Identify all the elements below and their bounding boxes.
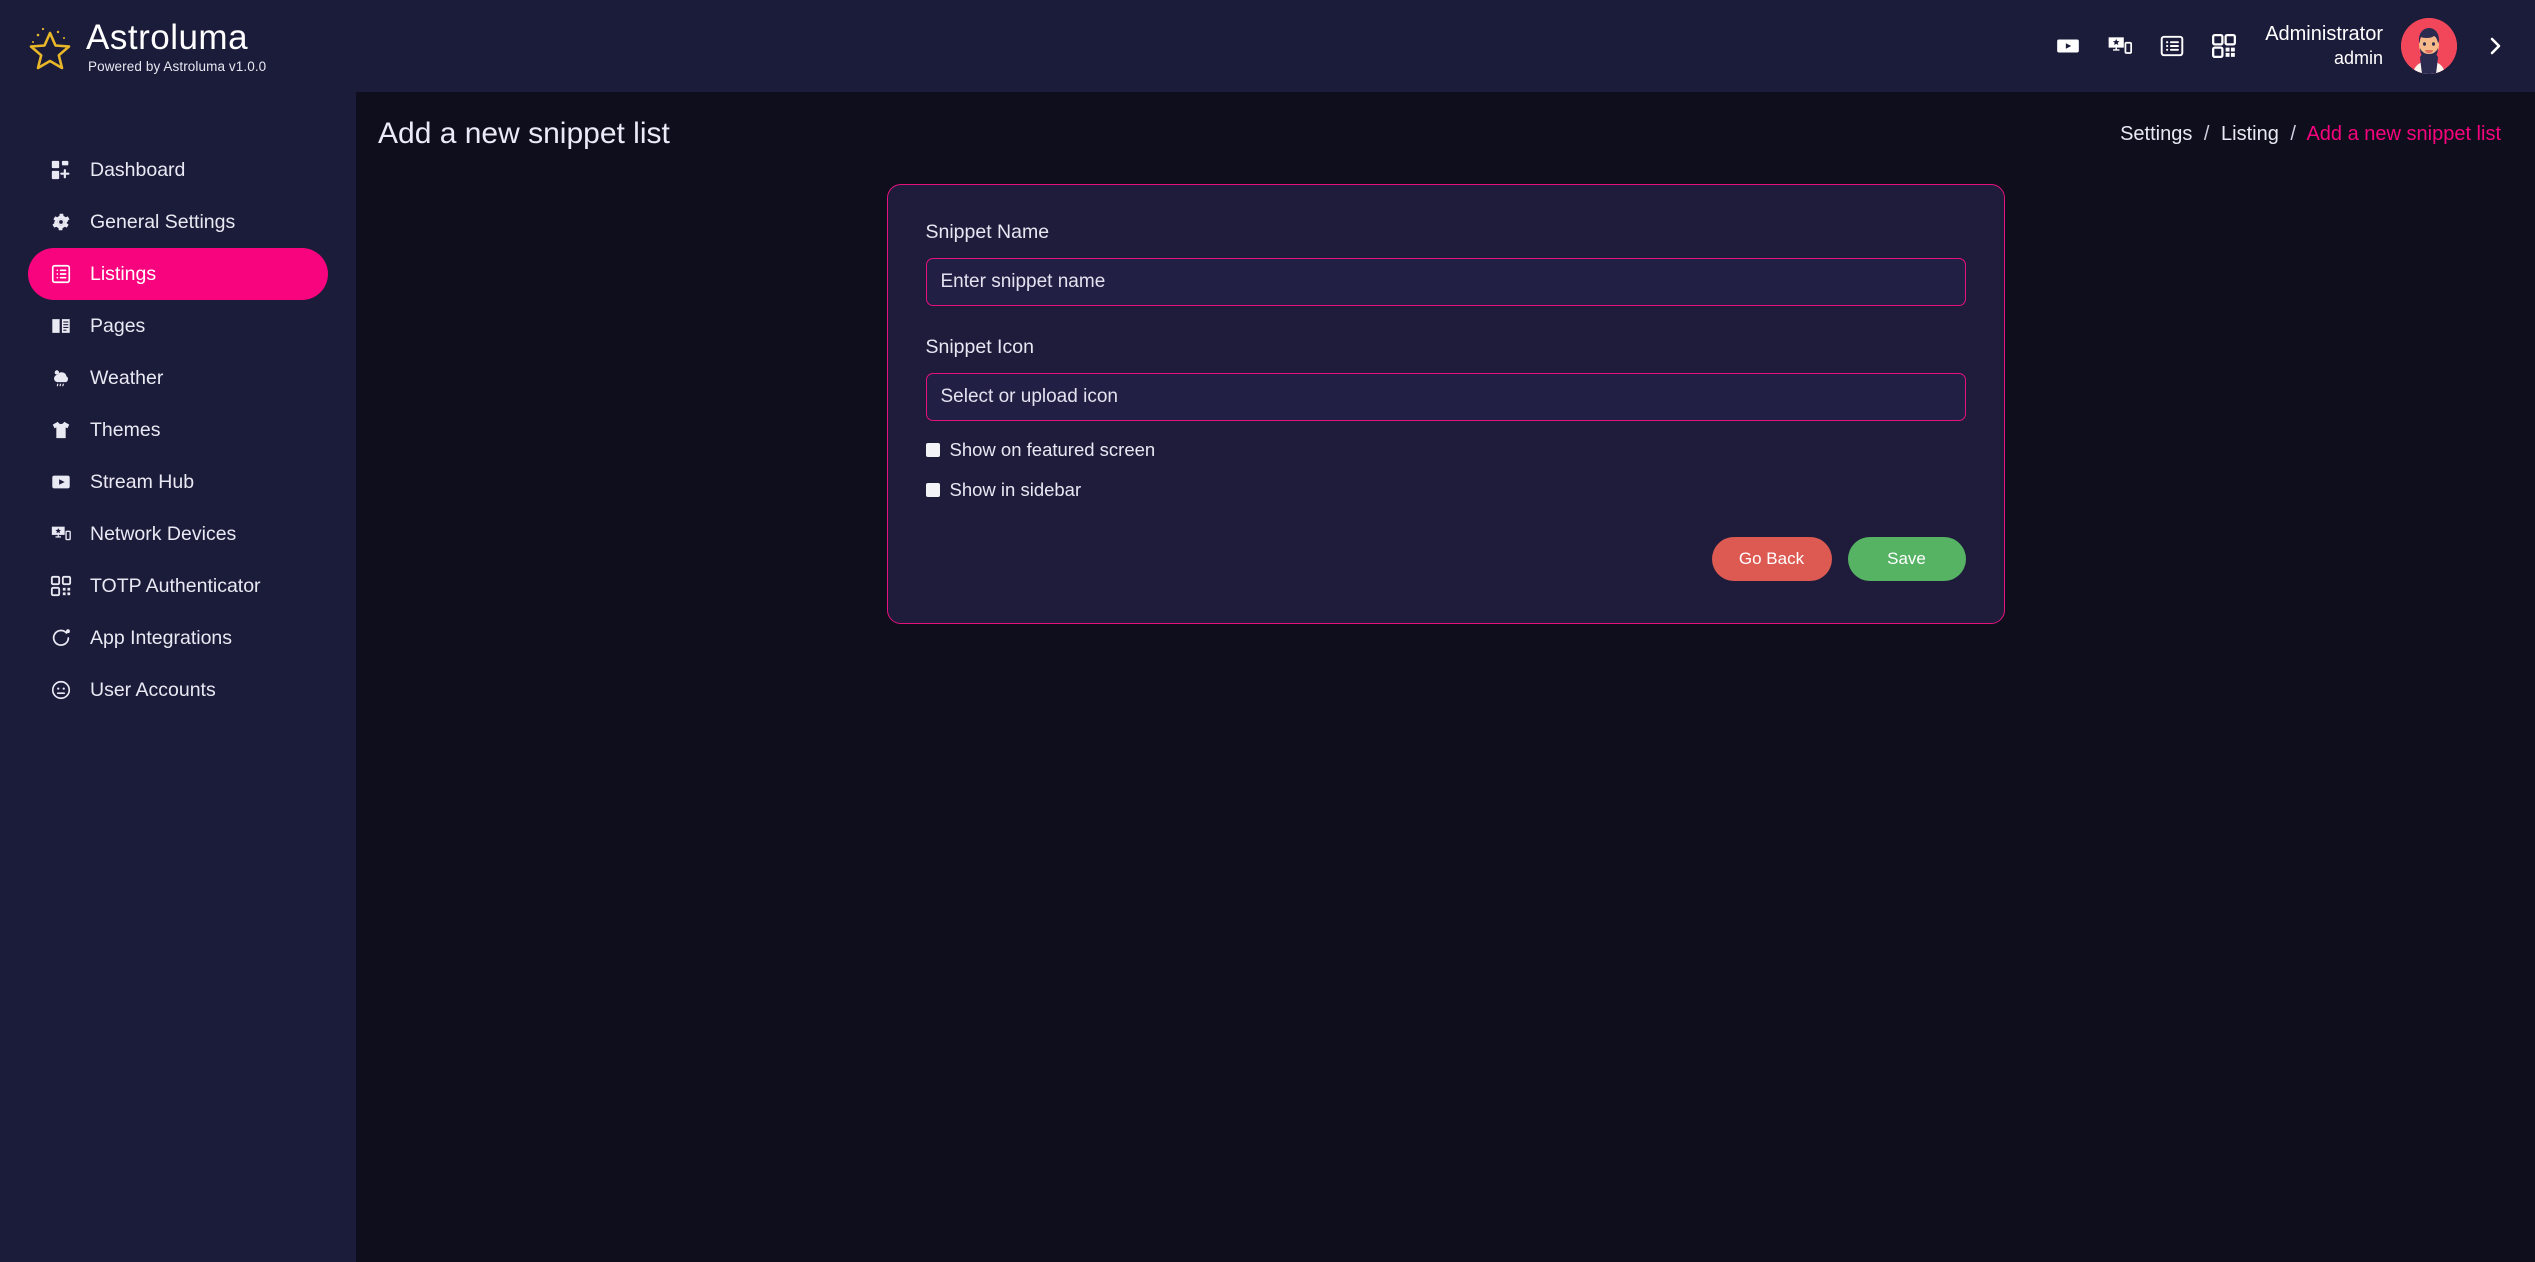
snippet-name-input[interactable] xyxy=(925,258,1966,306)
sidebar-item-label: Themes xyxy=(90,418,161,441)
featured-screen-checkbox-row: Show on featured screen xyxy=(925,439,1966,461)
go-back-button[interactable]: Go Back xyxy=(1711,537,1832,581)
brand-name: Astroluma xyxy=(86,17,249,57)
sidebar-item-label: Dashboard xyxy=(90,158,186,181)
sidebar-item-label: User Accounts xyxy=(90,678,216,701)
breadcrumb-separator: / xyxy=(2203,122,2210,145)
sidebar-checkbox-row: Show in sidebar xyxy=(925,479,1966,501)
sidebar: Astroluma Powered by Astroluma v1.0.0 Da… xyxy=(0,0,356,1262)
snippet-form: Snippet Name Snippet Icon Show on featur… xyxy=(886,184,2005,624)
user-name: Administrator xyxy=(2265,23,2383,46)
list-box-icon xyxy=(48,261,74,287)
snippet-name-field: Snippet Name xyxy=(925,221,1966,306)
book-icon xyxy=(48,313,74,339)
tshirt-icon xyxy=(48,417,74,443)
breadcrumb-current: Add a new snippet list xyxy=(2306,122,2501,145)
show-on-featured-screen-label: Show on featured screen xyxy=(949,439,1156,460)
sidebar-nav: Dashboard General Settings Listings Page… xyxy=(0,144,356,716)
qr-code-icon xyxy=(48,573,74,599)
sidebar-item-general-settings[interactable]: General Settings xyxy=(28,196,328,248)
cast-screen-icon[interactable] xyxy=(2105,31,2135,61)
main-column: Administrator admin Add a new snippet li… xyxy=(356,0,2535,1262)
breadcrumb-item-listing[interactable]: Listing xyxy=(2221,123,2279,145)
sidebar-item-themes[interactable]: Themes xyxy=(28,404,328,456)
sidebar-item-totp-authenticator[interactable]: TOTP Authenticator xyxy=(28,560,328,612)
topbar-icons xyxy=(2053,31,2239,61)
dashboard-grid-icon xyxy=(48,157,74,183)
qr-code-icon[interactable] xyxy=(2209,31,2239,61)
sidebar-item-label: TOTP Authenticator xyxy=(90,574,261,597)
devices-icon xyxy=(48,521,74,547)
show-on-featured-screen-checkbox[interactable] xyxy=(925,443,940,457)
form-actions: Go Back Save xyxy=(926,537,1966,581)
sidebar-item-weather[interactable]: Weather xyxy=(28,352,328,404)
snippet-icon-input[interactable] xyxy=(925,373,1966,421)
sidebar-item-listings[interactable]: Listings xyxy=(28,248,328,300)
breadcrumb-item-settings[interactable]: Settings xyxy=(2120,123,2192,145)
save-button[interactable]: Save xyxy=(1847,537,1966,581)
cloud-rain-icon xyxy=(48,365,74,391)
sidebar-item-pages[interactable]: Pages xyxy=(28,300,328,352)
show-in-sidebar-checkbox[interactable] xyxy=(925,483,940,497)
sidebar-item-label: Weather xyxy=(90,366,164,389)
brand-logo[interactable]: Astroluma Powered by Astroluma v1.0.0 xyxy=(0,0,356,92)
sidebar-item-dashboard[interactable]: Dashboard xyxy=(28,144,328,196)
form-card-wrapper: Snippet Name Snippet Icon Show on featur… xyxy=(356,176,2535,624)
breadcrumb-separator: / xyxy=(2290,122,2296,145)
page-title: Add a new snippet list xyxy=(378,117,670,150)
field-gap xyxy=(926,310,1966,336)
play-video-icon[interactable] xyxy=(2053,31,2083,61)
sidebar-item-app-integrations[interactable]: App Integrations xyxy=(28,612,328,664)
breadcrumb: Settings / Listing / Add a new snippet l… xyxy=(2120,123,2501,146)
show-in-sidebar-label: Show in sidebar xyxy=(949,479,1082,500)
gear-icon xyxy=(48,209,74,235)
play-box-icon xyxy=(48,469,74,495)
avatar[interactable] xyxy=(2401,18,2457,74)
user-role: admin xyxy=(2333,48,2383,69)
topbar: Administrator admin xyxy=(356,0,2535,92)
brand-tagline: Powered by Astroluma v1.0.0 xyxy=(88,58,267,74)
sidebar-item-label: Stream Hub xyxy=(90,470,195,493)
sidebar-item-label: App Integrations xyxy=(90,626,233,649)
snippet-icon-field: Snippet Icon xyxy=(925,336,1966,421)
sidebar-item-stream-hub[interactable]: Stream Hub xyxy=(28,456,328,508)
sidebar-item-network-devices[interactable]: Network Devices xyxy=(28,508,328,560)
refresh-dot-icon xyxy=(48,625,74,651)
list-view-icon[interactable] xyxy=(2157,31,2187,61)
app-root: Astroluma Powered by Astroluma v1.0.0 Da… xyxy=(0,0,2535,1262)
page-header: Add a new snippet list Settings / Listin… xyxy=(356,92,2535,176)
user-face-icon xyxy=(48,677,74,703)
snippet-icon-label: Snippet Icon xyxy=(925,336,1034,358)
sidebar-item-label: Network Devices xyxy=(90,522,237,545)
user-info[interactable]: Administrator admin xyxy=(2265,22,2383,70)
sidebar-item-label: General Settings xyxy=(90,210,236,233)
sidebar-item-label: Listings xyxy=(90,262,157,285)
snippet-name-label: Snippet Name xyxy=(925,221,1050,243)
star-icon xyxy=(22,18,78,74)
chevron-right-icon[interactable] xyxy=(2475,26,2515,66)
sidebar-item-user-accounts[interactable]: User Accounts xyxy=(28,664,328,716)
brand-text: Astroluma Powered by Astroluma v1.0.0 xyxy=(86,17,267,74)
sidebar-item-label: Pages xyxy=(90,314,146,337)
